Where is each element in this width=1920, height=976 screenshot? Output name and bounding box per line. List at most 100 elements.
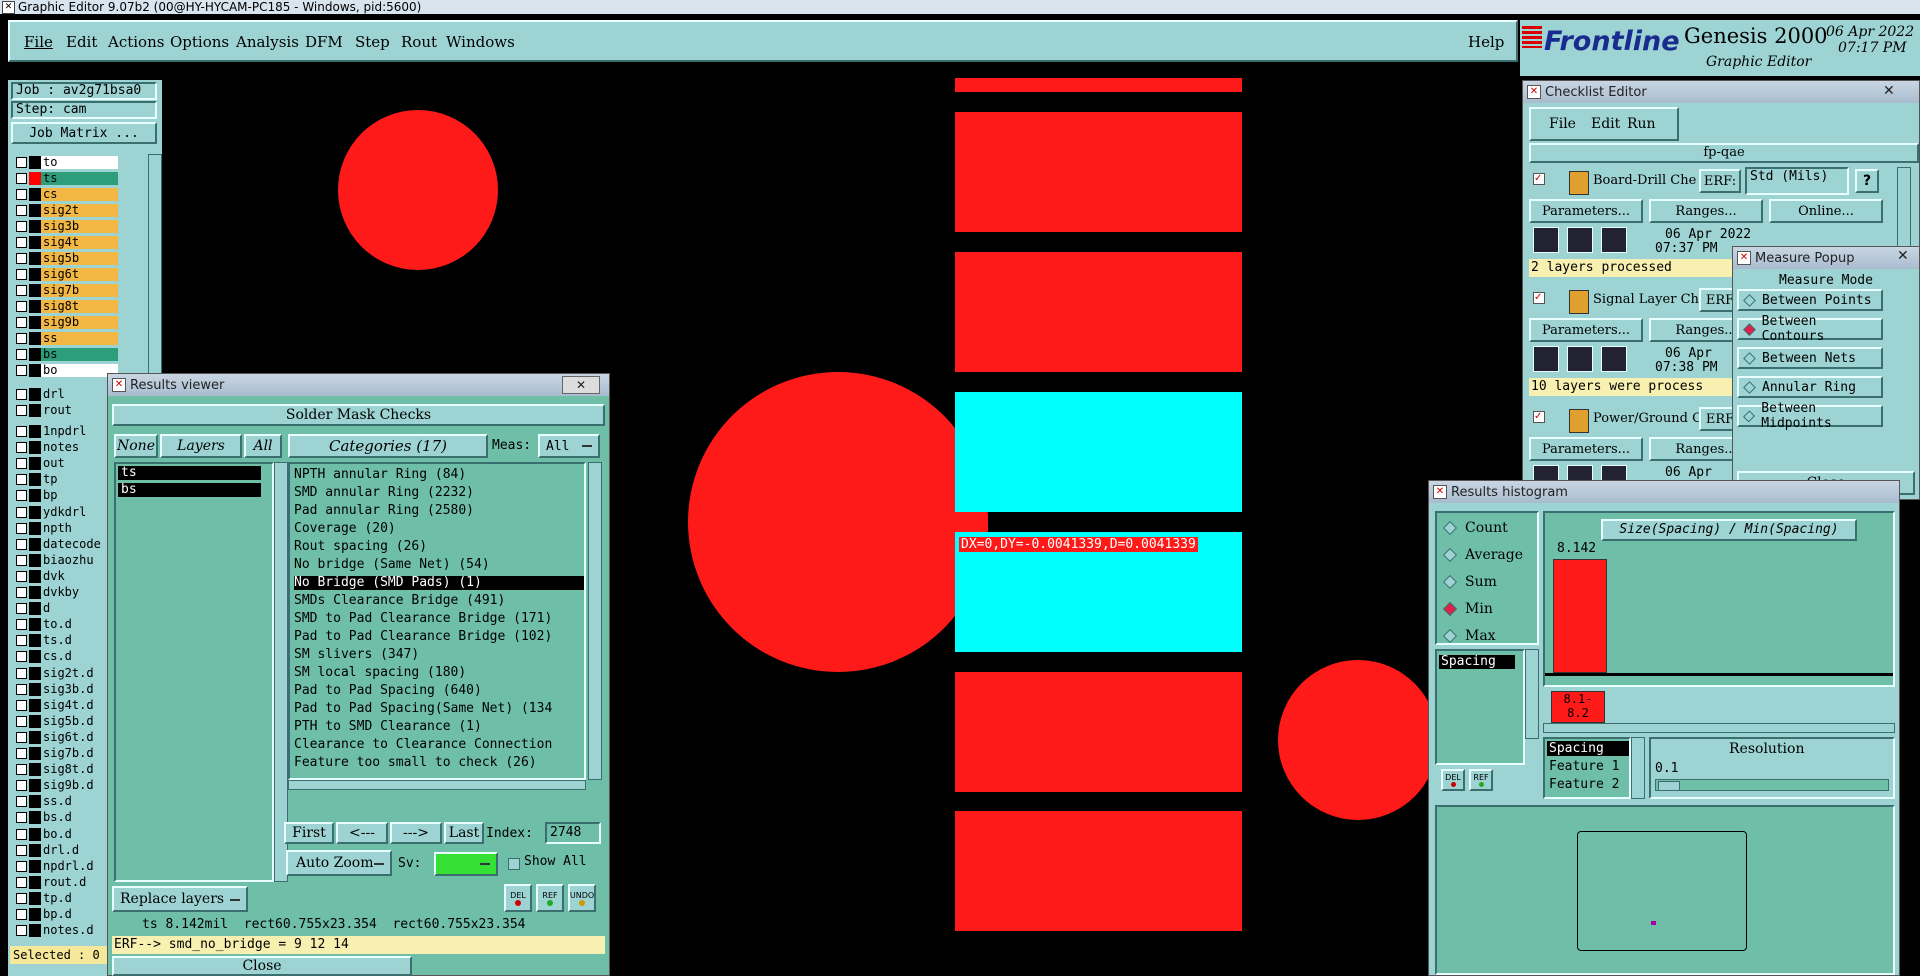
layer-checkbox[interactable] xyxy=(16,748,27,759)
layer-checkbox[interactable] xyxy=(16,587,27,598)
run-icon[interactable] xyxy=(1601,227,1627,253)
layer-checkbox[interactable] xyxy=(16,683,27,695)
parameters-button[interactable]: Parameters... xyxy=(1529,437,1643,461)
layer-row[interactable]: bs xyxy=(10,348,130,361)
erf-label-button[interactable]: ERF: xyxy=(1699,169,1741,193)
check-flag-icon[interactable]: ✓ xyxy=(1533,411,1545,423)
meas-dropdown[interactable]: All xyxy=(538,434,600,458)
layer-checkbox[interactable] xyxy=(16,269,27,280)
menu-windows[interactable]: Windows xyxy=(446,22,515,62)
layer-checkbox[interactable] xyxy=(16,699,27,711)
layer-checkbox[interactable] xyxy=(16,458,27,470)
chart-hscroll[interactable] xyxy=(1543,723,1895,733)
category-item[interactable]: No Bridge (SMD Pads) (1) xyxy=(294,576,584,590)
layer-checkbox[interactable] xyxy=(16,426,27,437)
index-input[interactable]: 2748 xyxy=(545,822,601,844)
histogram-mode-option[interactable]: Sum xyxy=(1442,571,1497,593)
layer-checkbox[interactable] xyxy=(16,828,27,840)
run-icon[interactable] xyxy=(1601,346,1627,372)
layer-row[interactable]: sig6t xyxy=(10,268,130,281)
layer-checkbox[interactable] xyxy=(16,474,27,486)
category-item[interactable]: SMD annular Ring (2232) xyxy=(294,486,474,500)
checklist-menu-run[interactable]: Run xyxy=(1627,109,1656,139)
layer-checkbox[interactable] xyxy=(16,301,27,312)
category-item[interactable]: Rout spacing (26) xyxy=(294,540,427,554)
layer-checkbox[interactable] xyxy=(16,405,27,416)
histogram-mode-option[interactable]: Average xyxy=(1442,544,1523,566)
layer-checkbox[interactable] xyxy=(16,538,27,550)
field-item[interactable]: Spacing xyxy=(1547,741,1629,756)
layer-checkbox[interactable] xyxy=(16,570,27,582)
category-item[interactable]: NPTH annular Ring (84) xyxy=(294,468,466,482)
first-button[interactable]: First xyxy=(284,822,334,844)
parameters-button[interactable]: Parameters... xyxy=(1529,318,1643,342)
layer-checkbox[interactable] xyxy=(16,635,27,647)
category-item[interactable]: Clearance to Clearance Connection xyxy=(294,738,552,752)
field-item[interactable]: Feature 1 xyxy=(1549,759,1619,774)
check-name[interactable]: Board-Drill Che xyxy=(1593,173,1696,188)
layer-checkbox[interactable] xyxy=(16,860,27,872)
menu-options[interactable]: Options xyxy=(170,22,229,62)
layer-checkbox[interactable] xyxy=(16,173,27,184)
layer-checkbox[interactable] xyxy=(16,731,27,743)
menu-dfm[interactable]: DFM xyxy=(305,22,343,62)
histogram-left-list[interactable]: Spacing xyxy=(1435,649,1525,765)
layer-results-list[interactable]: ts bs xyxy=(114,462,274,882)
fields-scrollbar[interactable] xyxy=(1631,737,1645,799)
close-button[interactable]: Close xyxy=(112,956,412,976)
layer-checkbox[interactable] xyxy=(16,221,27,232)
layer-checkbox[interactable] xyxy=(16,892,27,904)
run-icon[interactable] xyxy=(1567,227,1593,253)
layer-checkbox[interactable] xyxy=(16,909,27,920)
layer-row[interactable]: sig3b xyxy=(10,220,130,233)
category-item[interactable]: Pad annular Ring (2580) xyxy=(294,504,474,518)
measure-mode-option[interactable]: Between Points xyxy=(1737,289,1883,311)
replace-layers-dropdown[interactable]: Replace layers xyxy=(112,886,248,912)
close-icon[interactable]: ✕ xyxy=(1897,248,1909,264)
category-item[interactable]: PTH to SMD Clearance (1) xyxy=(294,720,482,734)
category-item[interactable]: Pad to Pad Clearance Bridge (102) xyxy=(294,630,552,644)
layer-checkbox[interactable] xyxy=(16,189,27,200)
menu-rout[interactable]: Rout xyxy=(401,22,437,62)
layer-checkbox[interactable] xyxy=(16,522,27,534)
layer-checkbox[interactable] xyxy=(16,651,27,663)
run-icon[interactable] xyxy=(1533,346,1559,372)
measure-mode-option[interactable]: Between Contours xyxy=(1737,314,1883,344)
layer-checkbox[interactable] xyxy=(16,442,27,454)
auto-zoom-dropdown[interactable]: Auto Zoom xyxy=(286,850,392,876)
categories-list[interactable]: NPTH annular Ring (84) SMD annular Ring (… xyxy=(288,462,586,780)
layer-checkbox[interactable] xyxy=(16,812,27,824)
layer-checkbox[interactable] xyxy=(16,490,27,502)
measure-mode-option[interactable]: Annular Ring xyxy=(1737,376,1883,398)
all-button[interactable]: All xyxy=(244,434,282,458)
run-icon[interactable] xyxy=(1567,346,1593,372)
layer-checkbox[interactable] xyxy=(16,349,27,360)
category-item[interactable]: SM slivers (347) xyxy=(294,648,419,662)
sv-color-dropdown[interactable] xyxy=(434,852,498,876)
layer-checkbox[interactable] xyxy=(16,285,27,296)
field-item[interactable]: Feature 2 xyxy=(1549,777,1619,792)
layer-checkbox[interactable] xyxy=(16,317,27,328)
layer-row[interactable]: sig7b xyxy=(10,284,130,297)
layer-checkbox[interactable] xyxy=(16,205,27,216)
del-button[interactable]: DEL xyxy=(504,884,532,912)
check-flag-icon[interactable]: ✓ xyxy=(1533,292,1545,304)
category-item[interactable]: Pad to Pad Spacing(Same Net) (134 xyxy=(294,702,552,716)
menu-analysis[interactable]: Analysis xyxy=(236,22,299,62)
job-matrix-button[interactable]: Job Matrix ... xyxy=(11,122,157,144)
layers-button[interactable]: Layers xyxy=(160,434,242,458)
category-item[interactable]: SM local spacing (180) xyxy=(294,666,466,680)
show-all-checkbox[interactable] xyxy=(508,858,520,870)
help-button[interactable]: ? xyxy=(1855,169,1879,193)
measure-mode-option[interactable]: Between Nets xyxy=(1737,347,1883,369)
category-item[interactable]: Coverage (20) xyxy=(294,522,396,536)
resolution-slider[interactable] xyxy=(1655,779,1889,791)
hist-del-button[interactable]: DEL xyxy=(1441,769,1465,791)
menu-actions[interactable]: Actions xyxy=(108,22,164,62)
category-item[interactable]: SMD to Pad Clearance Bridge (171) xyxy=(294,612,552,626)
histogram-left-scrollbar[interactable] xyxy=(1525,649,1539,739)
histogram-mode-option[interactable]: Min xyxy=(1442,598,1493,620)
layer-checkbox[interactable] xyxy=(16,844,27,856)
menu-step[interactable]: Step xyxy=(355,22,390,62)
layer-checkbox[interactable] xyxy=(16,157,27,168)
